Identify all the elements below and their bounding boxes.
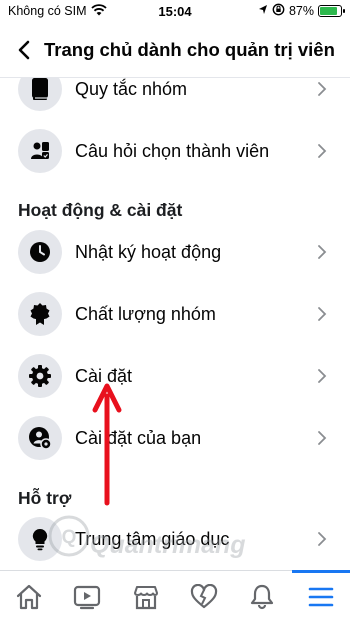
badge-icon bbox=[18, 292, 62, 336]
marketplace-icon bbox=[133, 585, 158, 609]
tab-notifications[interactable] bbox=[233, 571, 291, 622]
battery-level bbox=[320, 7, 338, 15]
menu-item-member-questions[interactable]: Câu hỏi chọn thành viên bbox=[0, 120, 350, 182]
lightbulb-icon bbox=[18, 517, 62, 561]
orientation-lock-icon bbox=[272, 3, 285, 19]
menu-item-education-center[interactable]: Trung tâm giáo dục bbox=[0, 508, 350, 570]
home-icon bbox=[17, 584, 42, 609]
menu-item-group-rules[interactable]: Quy tắc nhóm bbox=[0, 78, 350, 120]
menu-item-label: Cài đặt bbox=[75, 365, 133, 386]
menu-item-label: Quy tắc nhóm bbox=[75, 78, 188, 99]
menu-item-label: Chất lượng nhóm bbox=[75, 303, 216, 324]
chevron-right-icon bbox=[306, 81, 338, 97]
location-icon bbox=[258, 4, 268, 18]
member-question-icon bbox=[18, 129, 62, 173]
dating-icon bbox=[191, 583, 218, 608]
chevron-right-icon bbox=[306, 244, 338, 260]
wifi-icon bbox=[90, 3, 107, 19]
gear-icon bbox=[18, 354, 62, 398]
chevron-right-icon bbox=[306, 306, 338, 322]
chevron-right-icon bbox=[306, 430, 338, 446]
battery-percent: 87% bbox=[288, 4, 314, 18]
section-title-support: Hỗ trợ bbox=[18, 488, 72, 508]
tab-watch[interactable] bbox=[58, 571, 116, 622]
tab-home[interactable] bbox=[0, 571, 58, 622]
bottom-tab-bar bbox=[0, 570, 350, 622]
page-header: Trang chủ dành cho quản trị viên bbox=[0, 22, 350, 78]
menu-icon bbox=[308, 587, 334, 606]
user-gear-icon bbox=[18, 416, 62, 460]
status-bar: Không có SIM 15:04 87% bbox=[0, 0, 350, 22]
menu-item-settings[interactable]: Cài đặt bbox=[0, 345, 350, 407]
chevron-right-icon bbox=[306, 143, 338, 159]
back-button[interactable] bbox=[12, 35, 36, 65]
clock-icon bbox=[18, 230, 62, 274]
menu-item-activity-log[interactable]: Nhật ký hoạt động bbox=[0, 221, 350, 283]
book-icon bbox=[18, 78, 62, 111]
chevron-left-icon bbox=[18, 40, 30, 59]
menu-item-label: Nhật ký hoạt động bbox=[75, 241, 222, 262]
video-icon bbox=[74, 585, 101, 609]
tab-menu[interactable] bbox=[291, 570, 350, 622]
section-title-activity: Hoạt động & cài đặt bbox=[18, 200, 183, 220]
page-title: Trang chủ dành cho quản trị viên bbox=[44, 38, 335, 60]
admin-menu: Quy tắc nhóm Câu hỏi chọn thành viên Hoạ… bbox=[0, 78, 350, 570]
menu-item-label: Trung tâm giáo dục bbox=[75, 528, 230, 549]
carrier-label: Không có SIM bbox=[8, 4, 87, 18]
chevron-right-icon bbox=[306, 531, 338, 547]
menu-item-label: Câu hỏi chọn thành viên bbox=[75, 140, 270, 161]
tab-dating[interactable] bbox=[175, 571, 233, 622]
chevron-right-icon bbox=[306, 368, 338, 384]
tab-marketplace[interactable] bbox=[117, 571, 175, 622]
battery-icon bbox=[318, 5, 345, 17]
bell-icon bbox=[251, 584, 274, 609]
menu-item-your-settings[interactable]: Cài đặt của bạn bbox=[0, 407, 350, 469]
menu-item-group-quality[interactable]: Chất lượng nhóm bbox=[0, 283, 350, 345]
menu-item-label: Cài đặt của bạn bbox=[75, 427, 202, 448]
